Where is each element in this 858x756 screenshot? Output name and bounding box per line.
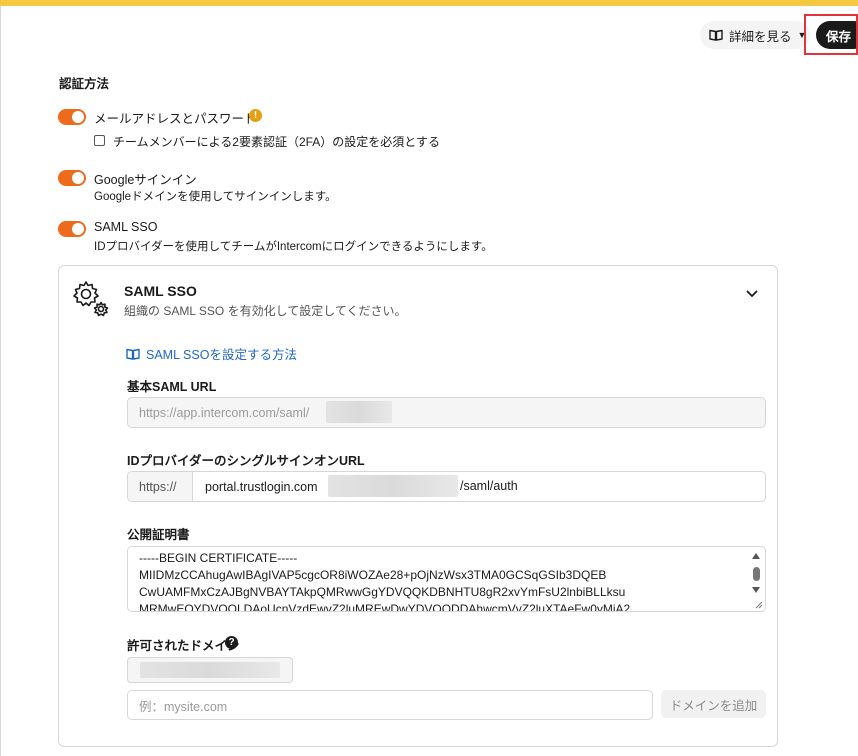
google-signin-description: Googleドメインを使用してサインインします。 [94, 191, 337, 203]
scroll-up-icon[interactable] [752, 553, 760, 559]
redacted-area [326, 401, 392, 423]
book-icon [126, 348, 140, 360]
scroll-thumb[interactable] [753, 567, 760, 581]
save-highlight-box [804, 14, 858, 55]
saml-sso-label: SAML SSO [94, 220, 158, 234]
base-url-label: 基本SAML URL [127, 380, 217, 394]
base-url-value: https://app.intercom.com/saml/ [139, 405, 310, 420]
auth-section-title: 認証方法 [59, 77, 110, 91]
require-2fa-checkbox[interactable] [94, 135, 105, 146]
google-signin-label: Googleサインイン [94, 173, 197, 187]
add-domain-label: ドメインを追加 [669, 698, 758, 713]
learn-more-button[interactable]: 詳細を見る ▼ [700, 21, 810, 49]
top-accent-bar [0, 0, 858, 6]
email-password-toggle[interactable] [58, 109, 86, 125]
add-domain-button[interactable]: ドメインを追加 [661, 690, 766, 718]
idp-url-host: portal.trustlogin.com [205, 479, 318, 494]
google-signin-toggle[interactable] [58, 170, 86, 186]
left-divider [0, 6, 1, 756]
domain-input[interactable]: 例：mysite.com [127, 690, 653, 720]
resize-handle-icon[interactable] [754, 600, 763, 609]
warning-icon[interactable]: ! [249, 109, 262, 122]
book-icon [709, 29, 723, 41]
redacted-area [328, 475, 458, 497]
email-password-label: メールアドレスとパスワード [94, 112, 257, 126]
saml-sso-toggle[interactable] [58, 221, 86, 237]
certificate-textarea[interactable]: -----BEGIN CERTIFICATE----- MIIDMzCCAhug… [127, 546, 766, 612]
help-icon[interactable]: ? [225, 636, 238, 649]
saml-panel-title: SAML SSO [124, 283, 197, 299]
idp-url-suffix: /saml/auth [460, 479, 518, 493]
certificate-label: 公開証明書 [127, 528, 190, 542]
domains-label: 許可されたドメイン [127, 639, 240, 653]
idp-url-prefix: https:// [128, 472, 193, 501]
domain-chip[interactable] [127, 657, 293, 683]
saml-panel-description: 組織の SAML SSO を有効化して設定してください。 [124, 304, 407, 318]
chevron-down-icon[interactable] [746, 290, 758, 298]
saml-sso-description: IDプロバイダーを使用してチームがIntercomにログインできるようにします。 [94, 241, 493, 253]
gear-icon [73, 281, 109, 317]
learn-more-label: 詳細を見る [729, 29, 792, 44]
scroll-down-icon[interactable] [752, 587, 760, 593]
require-2fa-label: チームメンバーによる2要素認証（2FA）の設定を必須とする [113, 135, 440, 149]
base-url-field[interactable]: https://app.intercom.com/saml/ [127, 397, 766, 428]
certificate-text: -----BEGIN CERTIFICATE----- MIIDMzCCAhug… [139, 551, 631, 612]
domain-input-placeholder: 例：mysite.com [139, 699, 228, 714]
howto-link-label: SAML SSOを設定する方法 [146, 348, 297, 362]
idp-url-label: IDプロバイダーのシングルサインオンURL [127, 454, 365, 468]
saml-howto-link[interactable]: SAML SSOを設定する方法 [126, 344, 297, 363]
redacted-area [140, 662, 280, 678]
